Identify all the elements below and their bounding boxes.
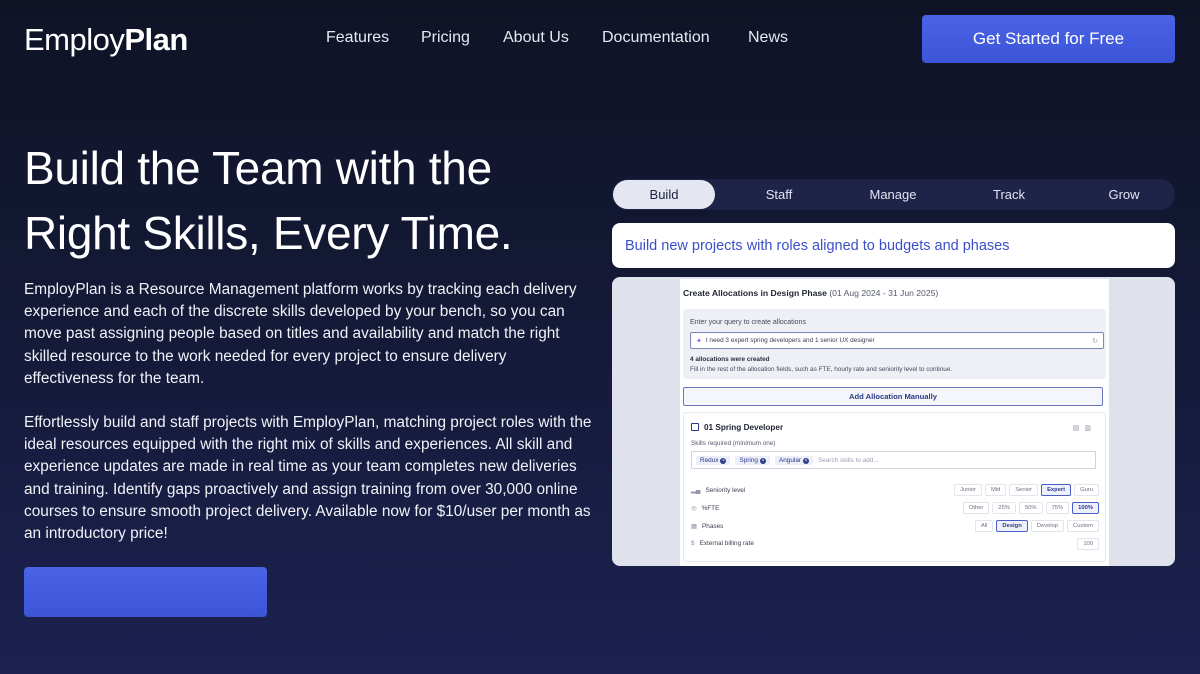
query-input[interactable]: ✦ I need 3 expert spring developers and …: [690, 332, 1104, 349]
refresh-icon[interactable]: ↻: [1092, 337, 1098, 345]
tab-build[interactable]: Build: [613, 180, 715, 209]
seniority-label: ▂▄ Seniority level: [691, 486, 745, 494]
bar-chart-icon: ▂▄: [691, 487, 701, 494]
phases-row: ▦ Phases All Design Develop Custom: [691, 520, 1099, 534]
product-preview: Create Allocations in Design Phase (01 A…: [612, 277, 1175, 566]
seniority-options: Junior Mid Senior Expert Guru: [951, 484, 1099, 496]
billing-row: $ External billing rate 100: [691, 538, 1099, 552]
tab-grow[interactable]: Grow: [1073, 180, 1175, 209]
preview-title-text: Create Allocations in Design Phase: [683, 288, 827, 298]
remove-icon[interactable]: ×: [720, 457, 727, 464]
role-card: 01 Spring Developer ▤▥ Skills required (…: [683, 412, 1106, 562]
preview-panel: Create Allocations in Design Phase (01 A…: [680, 279, 1109, 566]
fte-row: ◎ %FTE Other 25% 50% 75% 100%: [691, 502, 1099, 516]
fte-option-selected[interactable]: 100%: [1072, 502, 1099, 514]
dollar-icon: $: [691, 540, 695, 547]
seniority-option[interactable]: Mid: [984, 484, 1007, 496]
billing-rate-input[interactable]: 100: [1077, 538, 1099, 550]
skills-input[interactable]: Redux × Spring × Angular × Search skills to…: [691, 451, 1096, 469]
calendar-icon: ▦: [691, 523, 698, 530]
seniority-option[interactable]: Junior: [954, 484, 982, 496]
add-allocation-button[interactable]: Add Allocation Manually: [683, 387, 1103, 406]
hero-title: Build the Team with the Right Skills, Ev…: [24, 136, 594, 266]
preview-title: Create Allocations in Design Phase (01 A…: [683, 288, 938, 298]
delete-icon[interactable]: ▥: [1084, 425, 1096, 432]
copy-icon[interactable]: ▤: [1073, 425, 1085, 432]
sparkle-icon: ✦: [696, 337, 702, 345]
role-actions: ▤▥: [1073, 424, 1096, 432]
fte-options: Other 25% 50% 75% 100%: [960, 502, 1099, 514]
hero-title-line1: Build the Team with the: [24, 142, 492, 194]
billing-label: $ External billing rate: [691, 540, 754, 547]
fte-option[interactable]: Other: [962, 502, 990, 514]
phase-option[interactable]: All: [974, 520, 994, 532]
billing-options: 100: [1074, 538, 1099, 550]
seniority-label-text: Seniority level: [705, 487, 746, 494]
tab-track[interactable]: Track: [958, 180, 1060, 209]
hero-paragraph-1: EmployPlan is a Resource Management plat…: [24, 281, 577, 387]
get-started-button[interactable]: Get Started for Free: [922, 15, 1175, 63]
gauge-icon: ◎: [691, 505, 697, 512]
skill-chip-label: Spring: [739, 456, 758, 464]
skills-label: Skills required (minimum one): [691, 440, 776, 447]
query-result-detail: Fill in the rest of the allocation field…: [690, 366, 953, 373]
query-result-title: 4 allocations were created: [690, 356, 770, 363]
fte-label-text: %FTE: [701, 505, 720, 512]
seniority-option-selected[interactable]: Expert: [1041, 484, 1072, 496]
feature-banner: Build new projects with roles aligned to…: [612, 223, 1175, 268]
phases-label-text: Phases: [702, 523, 724, 530]
role-title-text: 01 Spring Developer: [704, 423, 784, 432]
feature-tabs: Build Staff Manage Track Grow: [612, 179, 1175, 210]
skills-placeholder: Search skills to add...: [818, 456, 879, 464]
preview-title-range: (01 Aug 2024 - 31 Jun 2025): [829, 288, 939, 298]
role-title: 01 Spring Developer: [691, 423, 783, 432]
fte-option[interactable]: 50%: [1018, 502, 1043, 514]
user-icon: [691, 423, 699, 431]
tab-staff[interactable]: Staff: [728, 180, 830, 209]
remove-icon[interactable]: ×: [803, 457, 809, 464]
phases-options: All Design Develop Custom: [972, 520, 1099, 532]
query-box: Enter your query to create allocations ✦…: [683, 309, 1106, 379]
hero-cta-button[interactable]: [24, 567, 267, 617]
phase-option-selected[interactable]: Design: [996, 520, 1028, 532]
query-label: Enter your query to create allocations: [690, 319, 806, 326]
billing-label-text: External billing rate: [699, 540, 754, 547]
fte-option[interactable]: 75%: [1045, 502, 1070, 514]
seniority-row: ▂▄ Seniority level Junior Mid Senior Expe…: [691, 484, 1099, 498]
skill-chip[interactable]: Spring ×: [735, 455, 770, 465]
hero-paragraph-2: Effortlessly build and staff projects wi…: [24, 414, 592, 543]
remove-icon[interactable]: ×: [759, 457, 766, 464]
fte-label: ◎ %FTE: [691, 504, 719, 512]
nav-about-us[interactable]: About Us: [503, 29, 569, 47]
fte-option[interactable]: 25%: [992, 502, 1016, 514]
skill-chip[interactable]: Angular ×: [774, 455, 813, 465]
skill-chip-label: Angular: [778, 456, 801, 464]
skill-chip-label: Redux: [700, 456, 719, 464]
skill-chip[interactable]: Redux ×: [696, 455, 731, 465]
nav-news[interactable]: News: [748, 29, 788, 47]
nav-documentation[interactable]: Documentation: [602, 29, 710, 47]
phases-label: ▦ Phases: [691, 522, 723, 530]
nav-features[interactable]: Features: [326, 29, 389, 47]
query-value: I need 3 expert spring developers and 1 …: [705, 337, 875, 344]
nav-pricing[interactable]: Pricing: [421, 29, 470, 47]
tab-manage[interactable]: Manage: [842, 180, 944, 209]
seniority-option[interactable]: Guru: [1074, 484, 1099, 496]
hero-title-line2: Right Skills, Every Time.: [24, 207, 513, 259]
phase-option[interactable]: Develop: [1030, 520, 1065, 532]
seniority-option[interactable]: Senior: [1009, 484, 1039, 496]
phase-option[interactable]: Custom: [1067, 520, 1099, 532]
